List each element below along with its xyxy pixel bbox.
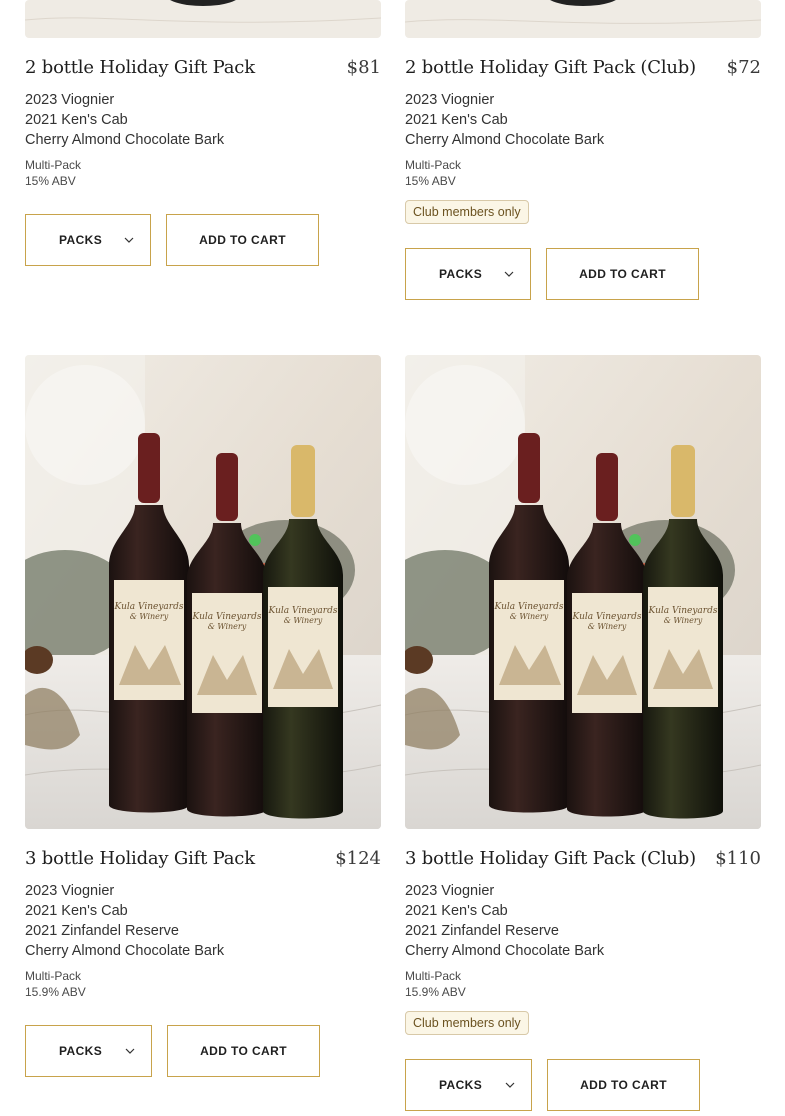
item-list: 2023 Viognier 2021 Ken's Cab Cherry Almo… (405, 90, 761, 150)
product-image[interactable]: Kula Vineyards & Winery Kula Vineyards &… (405, 355, 761, 829)
product-title[interactable]: 3 bottle Holiday Gift Pack (25, 848, 255, 869)
product-abv: 15.9% ABV (405, 985, 466, 999)
club-badge: Club members only (405, 1011, 529, 1035)
add-to-cart-label: ADD TO CART (579, 267, 666, 281)
svg-text:Kula Vineyards: Kula Vineyards (572, 612, 642, 622)
packs-select[interactable]: PACKS (25, 214, 151, 266)
product-type: Multi-Pack (25, 969, 82, 983)
product-meta: Multi-Pack 15.9% ABV (25, 968, 86, 1000)
product-abv: 15% ABV (405, 174, 456, 188)
product-meta: Multi-Pack 15% ABV (25, 157, 81, 189)
svg-text:& Winery: & Winery (208, 622, 247, 631)
add-to-cart-label: ADD TO CART (199, 233, 286, 247)
add-to-cart-button[interactable]: ADD TO CART (167, 1025, 320, 1077)
packs-select[interactable]: PACKS (25, 1025, 152, 1077)
product-price: $72 (726, 57, 761, 78)
list-item: 2023 Viognier (405, 883, 495, 899)
club-badge: Club members only (405, 200, 529, 224)
title-row: 3 bottle Holiday Gift Pack (Club) $110 (405, 848, 761, 869)
product-image[interactable]: Kula Vineyards & Winery Kula Vineyards &… (25, 355, 381, 829)
item-list: 2023 Viognier 2021 Ken's Cab Cherry Almo… (25, 90, 381, 150)
packs-select-label: PACKS (439, 1078, 483, 1092)
product-abv: 15% ABV (25, 174, 76, 188)
product-price: $81 (346, 57, 381, 78)
product-type: Multi-Pack (25, 158, 82, 172)
svg-text:& Winery: & Winery (510, 612, 549, 621)
list-item: 2021 Ken's Cab (405, 903, 508, 919)
chevron-down-icon (505, 1082, 515, 1088)
svg-text:& Winery: & Winery (664, 616, 703, 625)
title-row: 2 bottle Holiday Gift Pack (Club) $72 (405, 57, 761, 78)
svg-text:Kula Vineyards: Kula Vineyards (192, 612, 262, 622)
item-list: 2023 Viognier 2021 Ken's Cab 2021 Zinfan… (405, 881, 761, 961)
packs-select[interactable]: PACKS (405, 1059, 532, 1111)
product-title[interactable]: 2 bottle Holiday Gift Pack (25, 57, 255, 78)
product-title[interactable]: 2 bottle Holiday Gift Pack (Club) (405, 57, 696, 78)
packs-select-label: PACKS (59, 1044, 103, 1058)
product-price: $124 (335, 848, 381, 869)
product-image[interactable] (405, 0, 761, 38)
add-to-cart-button[interactable]: ADD TO CART (166, 214, 319, 266)
list-item: 2021 Zinfandel Reserve (25, 923, 179, 939)
list-item: 2021 Ken's Cab (25, 112, 128, 128)
product-title[interactable]: 3 bottle Holiday Gift Pack (Club) (405, 848, 696, 869)
title-row: 3 bottle Holiday Gift Pack $124 (25, 848, 381, 869)
list-item: 2023 Viognier (25, 92, 115, 108)
product-meta: Multi-Pack 15% ABV (405, 157, 461, 189)
packs-select-label: PACKS (439, 267, 483, 281)
list-item: 2021 Ken's Cab (405, 112, 508, 128)
svg-text:& Winery: & Winery (130, 612, 169, 621)
add-to-cart-button[interactable]: ADD TO CART (546, 248, 699, 300)
packs-select[interactable]: PACKS (405, 248, 531, 300)
product-type: Multi-Pack (405, 158, 462, 172)
chevron-down-icon (124, 237, 134, 243)
chevron-down-icon (504, 271, 514, 277)
svg-text:& Winery: & Winery (588, 622, 627, 631)
product-image[interactable] (25, 0, 381, 38)
svg-text:Kula Vineyards: Kula Vineyards (648, 606, 718, 616)
add-to-cart-label: ADD TO CART (580, 1078, 667, 1092)
svg-text:& Winery: & Winery (284, 616, 323, 625)
list-item: Cherry Almond Chocolate Bark (405, 943, 605, 959)
list-item: Cherry Almond Chocolate Bark (25, 132, 225, 148)
chevron-down-icon (125, 1048, 135, 1054)
list-item: Cherry Almond Chocolate Bark (405, 132, 605, 148)
title-row: 2 bottle Holiday Gift Pack $81 (25, 57, 381, 78)
list-item: 2021 Zinfandel Reserve (405, 923, 559, 939)
list-item: 2021 Ken's Cab (25, 903, 128, 919)
add-to-cart-label: ADD TO CART (200, 1044, 287, 1058)
svg-text:Kula Vineyards: Kula Vineyards (268, 606, 338, 616)
product-price: $110 (715, 848, 761, 869)
svg-text:Kula Vineyards: Kula Vineyards (114, 602, 184, 612)
product-meta: Multi-Pack 15.9% ABV (405, 968, 466, 1000)
list-item: 2023 Viognier (25, 883, 115, 899)
svg-text:Kula Vineyards: Kula Vineyards (494, 602, 564, 612)
add-to-cart-button[interactable]: ADD TO CART (547, 1059, 700, 1111)
list-item: 2023 Viognier (405, 92, 495, 108)
product-type: Multi-Pack (405, 969, 462, 983)
product-abv: 15.9% ABV (25, 985, 86, 999)
packs-select-label: PACKS (59, 233, 103, 247)
item-list: 2023 Viognier 2021 Ken's Cab 2021 Zinfan… (25, 881, 381, 961)
list-item: Cherry Almond Chocolate Bark (25, 943, 225, 959)
